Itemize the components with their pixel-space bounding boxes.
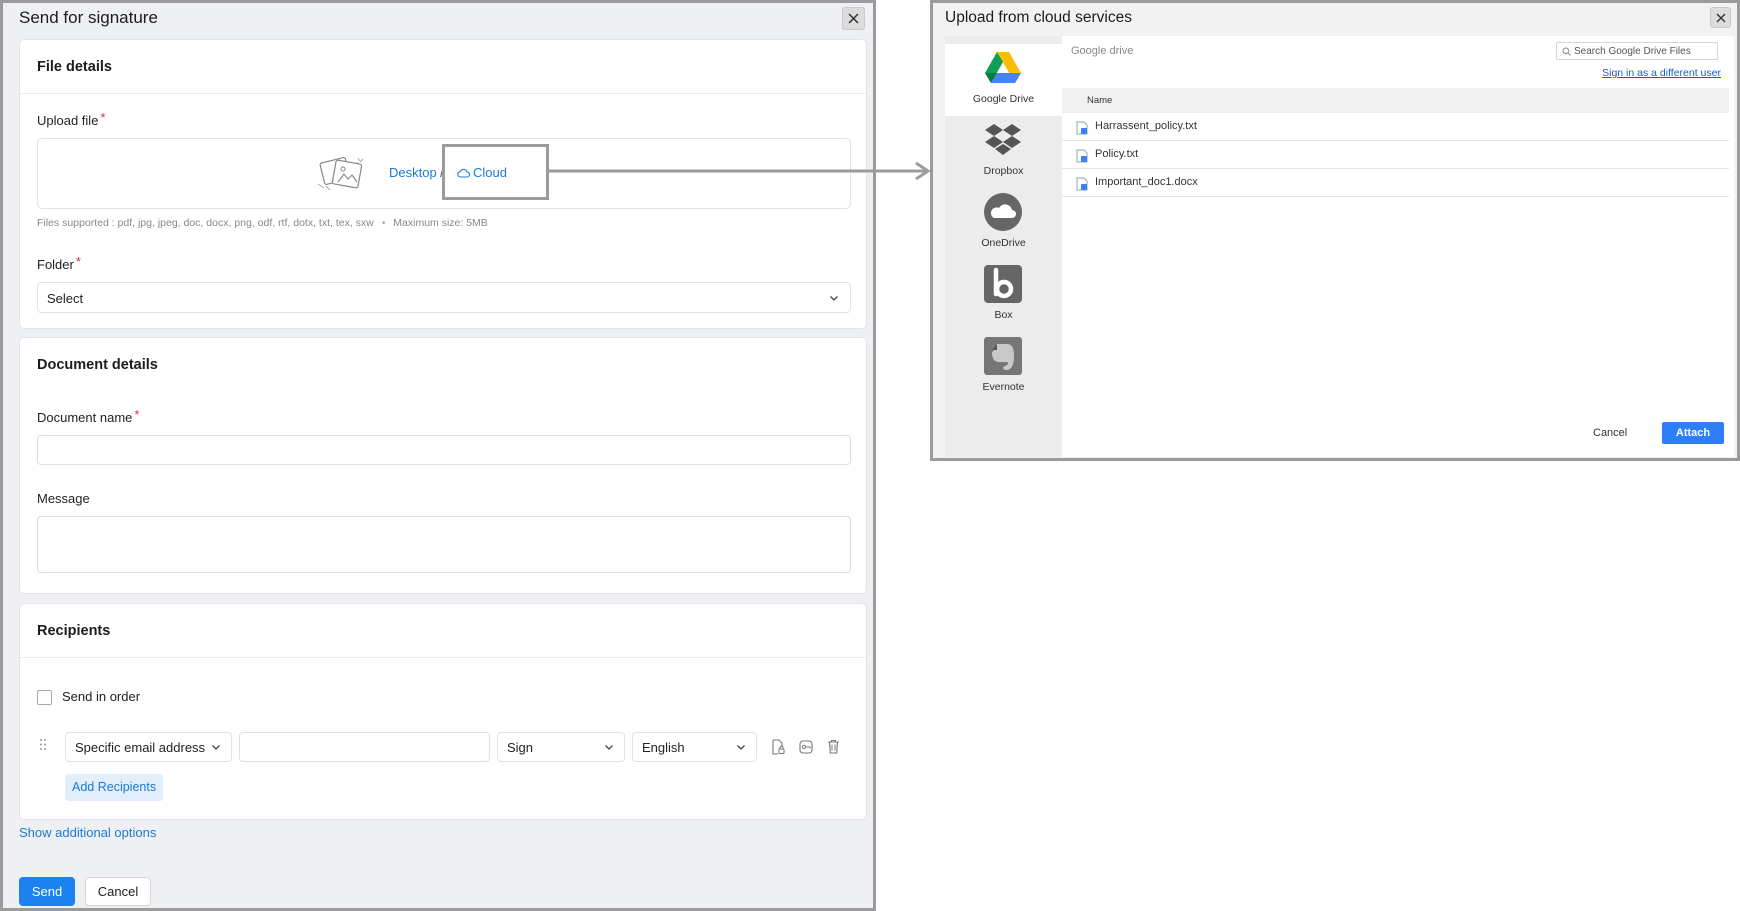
cloud-services-list: Google Drive Dropbox OneDrive Box Everno… [945,36,1062,457]
document-name-label: Document name * [37,407,140,425]
recipient-action-value: Sign [507,740,534,755]
file-name: Important_doc1.docx [1095,176,1198,188]
service-evernote[interactable]: Evernote [945,332,1062,404]
source-label: Google drive [1071,45,1134,57]
cancel-button[interactable]: Cancel [85,877,151,906]
recipient-language-value: English [642,740,685,755]
folder-select[interactable]: Select [37,282,851,313]
files-supported-text: Files supported : pdf, jpg, jpeg, doc, d… [37,217,374,229]
chevron-down-icon [737,745,745,750]
file-details-card: File details Upload file * Desktop / Clou… [19,39,867,329]
show-additional-options-link[interactable]: Show additional options [19,825,156,840]
files-supported-hint: Files supported : pdf, jpg, jpeg, doc, d… [37,217,488,229]
sign-in-different-user-link[interactable]: Sign in as a different user [1602,67,1721,79]
recipient-email-input[interactable] [239,732,490,762]
search-placeholder: Search Google Drive Files [1574,46,1691,57]
upload-illustration-icon [317,157,364,191]
table-row[interactable]: Policy.txt [1062,141,1729,169]
service-label: Box [994,309,1013,321]
chevron-down-icon [212,745,220,750]
file-name: Harrassent_policy.txt [1095,120,1197,132]
delete-icon[interactable] [827,739,840,754]
chevron-down-icon [830,295,838,301]
dropbox-icon [985,124,1021,155]
upload-from-cloud-dialog: Upload from cloud services Google Drive … [930,0,1740,461]
message-label: Message [37,491,90,506]
recipient-action-select[interactable]: Sign [497,732,625,762]
folder-label-text: Folder [37,257,74,272]
send-for-signature-dialog: Send for signature File details Upload f… [0,0,876,911]
document-name-input[interactable] [37,435,851,465]
cancel-button[interactable]: Cancel [1593,427,1627,439]
search-icon [1562,47,1571,56]
message-textarea[interactable] [37,516,851,573]
recipients-card: Recipients Send in order Specific email … [19,603,867,820]
folder-label: Folder * [37,254,81,272]
add-recipients-button[interactable]: Add Recipients [65,774,164,801]
upload-file-label-text: Upload file [37,113,99,128]
dialog-title: Send for signature [19,8,158,27]
file-icon [1076,177,1088,191]
required-mark: * [100,110,106,125]
max-size-text: Maximum size: 5MB [393,217,488,229]
cloud-icon [457,168,470,178]
service-onedrive[interactable]: OneDrive [945,188,1062,260]
file-details-heading: File details [20,40,866,94]
cloud-dialog-title: Upload from cloud services [945,9,1132,26]
hint-bullet: • [381,217,386,229]
files-panel: Google drive Search Google Drive Files S… [1062,36,1734,457]
service-box[interactable]: Box [945,260,1062,332]
table-row[interactable]: Harrassent_policy.txt [1062,113,1729,141]
table-row[interactable]: Important_doc1.docx [1062,169,1729,197]
close-icon [848,13,859,24]
recipient-language-select[interactable]: English [632,732,757,762]
search-input[interactable]: Search Google Drive Files [1556,42,1718,60]
drag-handle-icon[interactable] [39,738,47,751]
file-icon [1076,121,1088,135]
service-dropbox[interactable]: Dropbox [945,116,1062,188]
cloud-link-label: Cloud [473,165,507,180]
file-name: Policy.txt [1095,148,1139,160]
desktop-upload-link[interactable]: Desktop [389,165,437,180]
document-name-label-text: Document name [37,410,133,425]
cloud-upload-link[interactable]: Cloud [457,165,507,180]
close-button[interactable] [1710,7,1731,28]
document-details-card: Document details Document name * Message [19,337,867,594]
access-code-icon[interactable] [799,740,813,754]
box-icon [984,265,1022,303]
send-in-order-label: Send in order [62,689,141,704]
chevron-down-icon [605,745,613,750]
service-google-drive[interactable]: Google Drive [945,44,1062,116]
service-label: OneDrive [981,237,1026,249]
column-name[interactable]: Name [1087,95,1112,106]
document-lock-icon[interactable] [771,739,785,755]
close-button[interactable] [842,7,865,30]
upload-file-label: Upload file * [37,110,106,128]
connector-arrow [548,161,931,181]
onedrive-icon [984,193,1022,231]
attach-button[interactable]: Attach [1662,422,1724,444]
table-header: Name [1062,88,1729,113]
close-icon [1716,13,1725,22]
recipients-heading: Recipients [20,604,866,658]
send-button[interactable]: Send [19,877,75,906]
recipient-type-value: Specific email address [75,740,206,755]
recipient-type-select[interactable]: Specific email address [65,732,232,762]
required-mark: * [134,407,140,422]
file-icon [1076,149,1088,163]
service-label: Dropbox [983,165,1024,177]
service-label: Evernote [982,381,1025,393]
document-details-heading: Document details [37,357,158,373]
send-in-order-checkbox[interactable] [37,690,52,705]
required-mark: * [75,254,81,269]
google-drive-icon [985,52,1021,83]
service-label: Google Drive [972,93,1035,105]
folder-select-value: Select [47,291,84,306]
evernote-icon [984,337,1022,375]
